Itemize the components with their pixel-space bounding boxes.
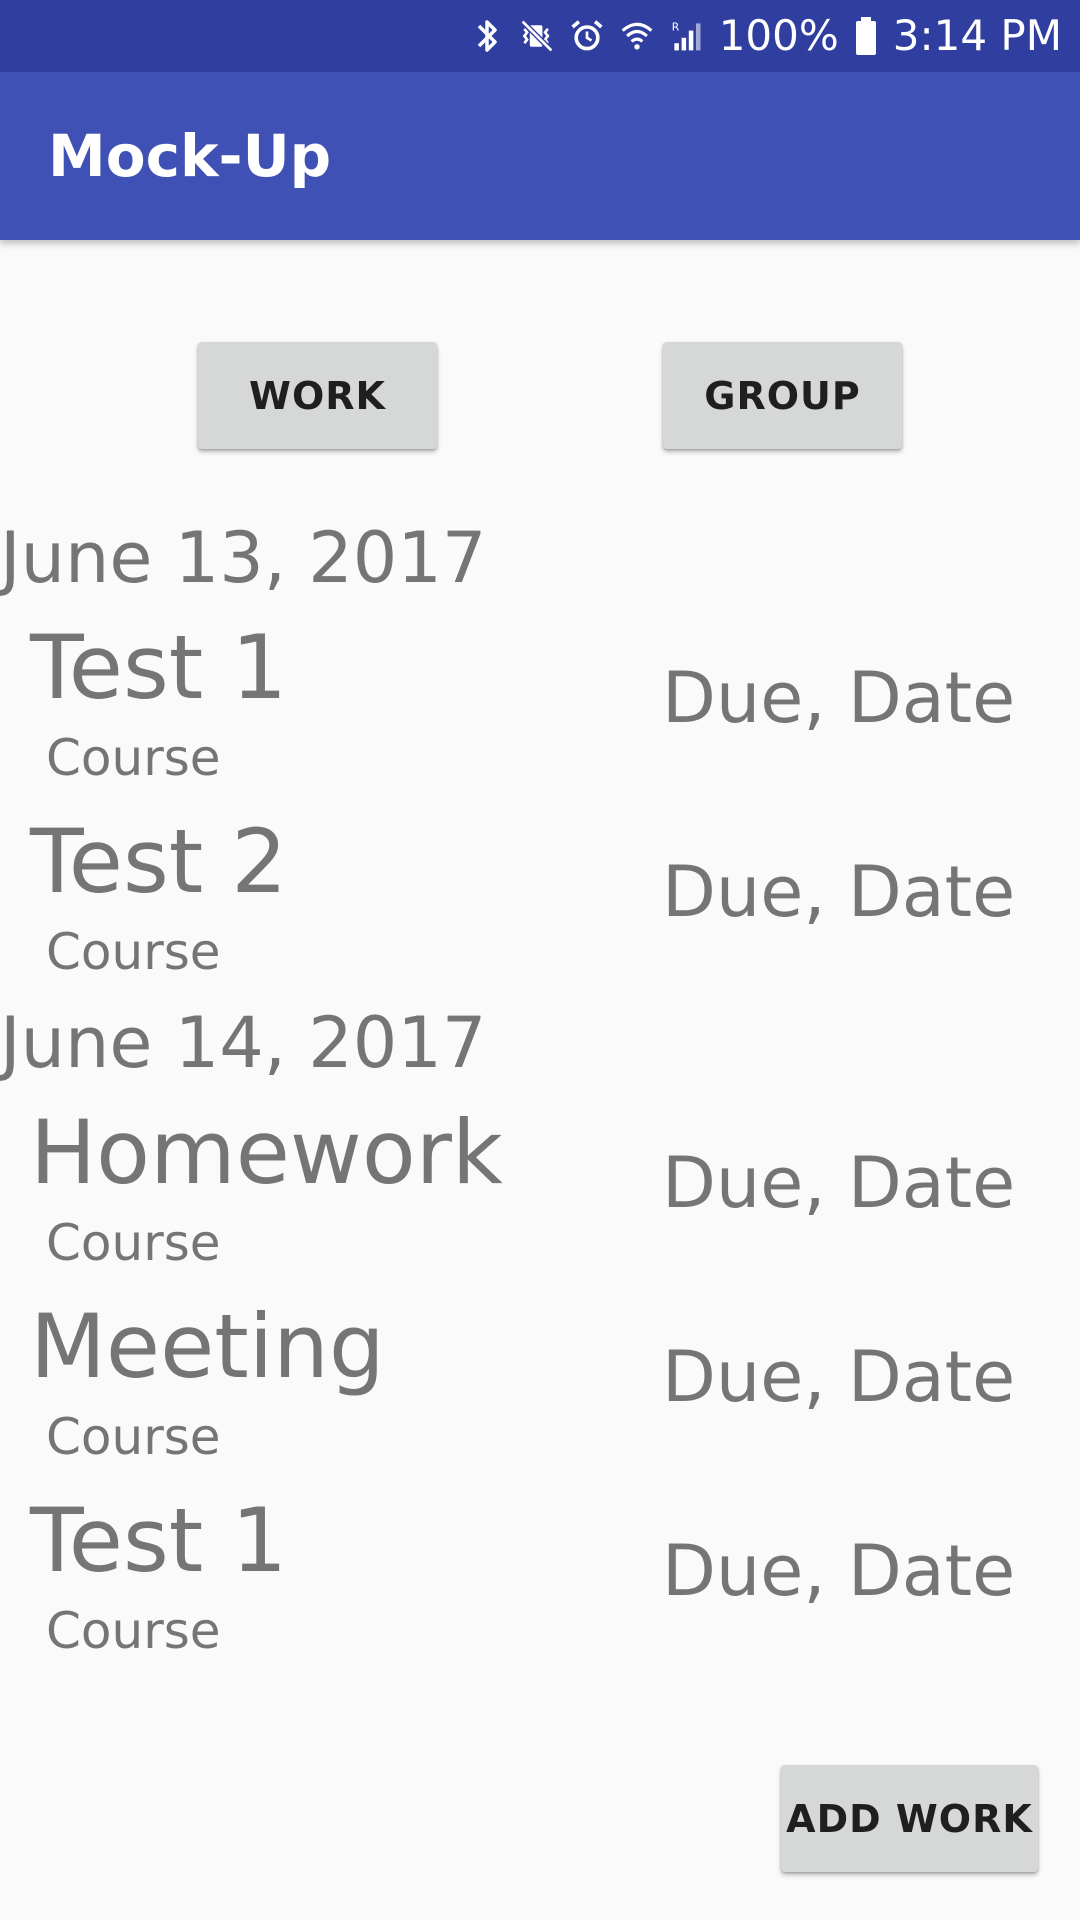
app-bar: Mock-Up (0, 72, 1080, 240)
list-item[interactable]: Test 2 Course Due, Date (0, 812, 1080, 1007)
alarm-icon (569, 14, 605, 58)
status-icons: R 100% 3:14 PM (469, 0, 1062, 72)
svg-text:R: R (671, 21, 679, 34)
item-course: Course (46, 923, 221, 981)
item-title: Test 1 (30, 616, 288, 719)
item-course: Course (46, 1214, 221, 1272)
vibrate-mute-icon (519, 14, 555, 58)
item-due-date: Due, Date (662, 1336, 1016, 1418)
battery-percent: 100% (718, 11, 839, 60)
add-work-button[interactable]: ADD WORK (781, 1765, 1038, 1872)
list-item[interactable]: Meeting Course Due, Date (0, 1297, 1080, 1492)
item-due-date: Due, Date (662, 1142, 1016, 1224)
item-title: Test 2 (30, 810, 288, 913)
app-screen: R 100% 3:14 PM Mock-Up WORK GROUP June 1… (0, 0, 1080, 1920)
date-header: June 13, 2017 (0, 517, 487, 599)
item-title: Meeting (30, 1295, 385, 1398)
status-bar: R 100% 3:14 PM (0, 0, 1080, 72)
page-title: Mock-Up (48, 122, 332, 190)
clock: 3:14 PM (892, 11, 1062, 60)
item-title: Test 1 (30, 1489, 288, 1592)
date-header: June 14, 2017 (0, 1002, 487, 1084)
item-course: Course (46, 1602, 221, 1660)
item-due-date: Due, Date (662, 851, 1016, 933)
item-course: Course (46, 729, 221, 787)
battery-icon (853, 14, 879, 58)
bluetooth-icon (469, 14, 505, 58)
work-button[interactable]: WORK (198, 342, 437, 449)
wifi-icon (619, 14, 655, 58)
item-course: Course (46, 1408, 221, 1466)
group-button[interactable]: GROUP (663, 342, 902, 449)
list-item[interactable]: Test 1 Course Due, Date (0, 618, 1080, 813)
item-due-date: Due, Date (662, 657, 1016, 739)
list-item[interactable]: Test 1 Course Due, Date (0, 1491, 1080, 1686)
list-item[interactable]: Homework Course Due, Date (0, 1103, 1080, 1298)
signal-roaming-icon: R (669, 14, 705, 58)
item-due-date: Due, Date (662, 1530, 1016, 1612)
item-title: Homework (30, 1101, 503, 1204)
